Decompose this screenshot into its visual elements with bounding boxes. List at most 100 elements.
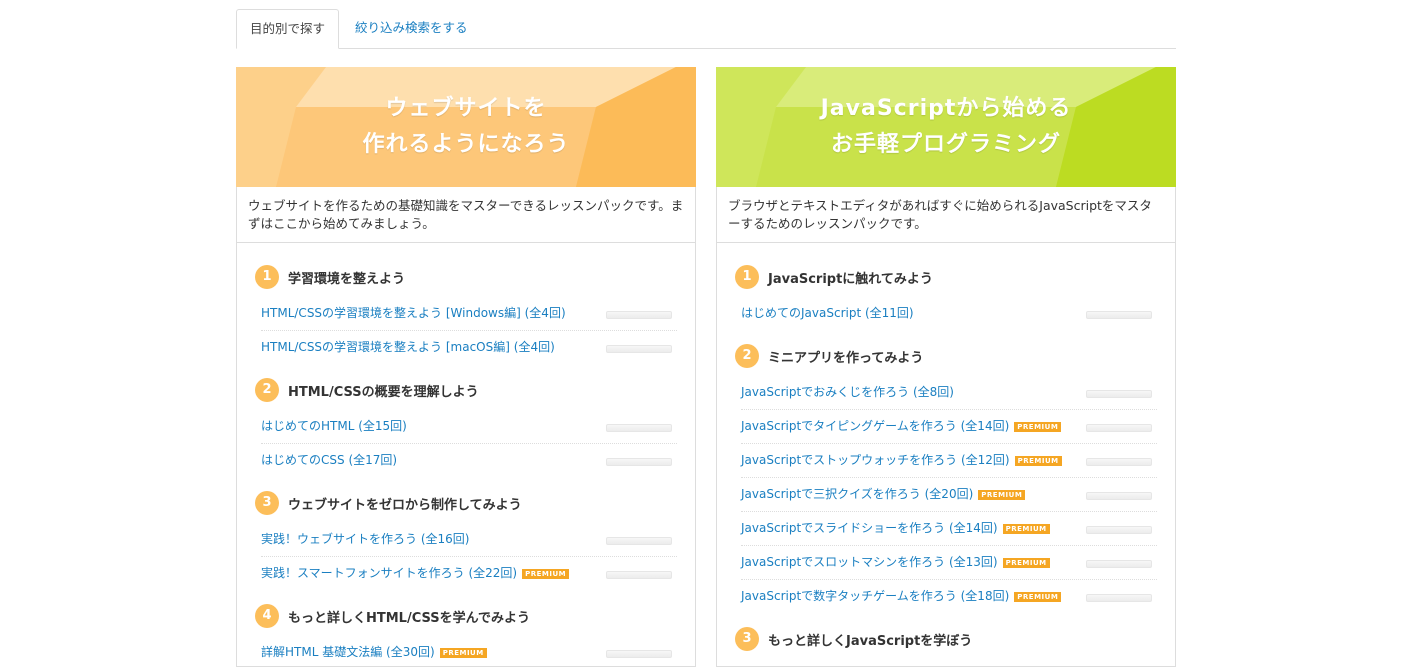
section-header: 2 HTML/CSSの概要を理解しよう [255, 378, 677, 402]
progress-bar [606, 345, 672, 353]
lesson-link[interactable]: JavaScriptでスロットマシンを作ろう [741, 555, 945, 569]
lesson-count: (全17回) [348, 453, 398, 467]
lesson-row[interactable]: JavaScriptでおみくじを作ろう (全8回) [741, 376, 1157, 410]
lesson-count: (全14回) [960, 419, 1010, 433]
section-header: 1 JavaScriptに触れてみよう [735, 265, 1157, 289]
lesson-row[interactable]: HTML/CSSの学習環境を整えよう [macOS編] (全4回) [261, 331, 677, 364]
lesson-row[interactable]: はじめてのJavaScript (全11回) [741, 297, 1157, 330]
progress-bar [1086, 311, 1152, 319]
step-number-badge: 1 [735, 265, 759, 289]
lesson-link[interactable]: はじめてのJavaScript [741, 306, 861, 320]
lesson-count: (全14回) [948, 521, 998, 535]
section-list: 1 学習環境を整えよう HTML/CSSの学習環境を整えよう [Windows編] … [237, 243, 695, 669]
banner-web[interactable]: ウェブサイトを 作れるようになろう [236, 67, 696, 187]
lesson-count: (全4回) [524, 306, 566, 320]
lesson-row[interactable]: はじめてのHTML (全15回) [261, 410, 677, 444]
progress-bar [1086, 492, 1152, 500]
premium-badge: PREMIUM [1014, 422, 1062, 432]
banner-title: JavaScriptから始める お手軽プログラミング [820, 96, 1072, 157]
step-number-badge: 2 [735, 344, 759, 368]
lesson-row[interactable]: JavaScriptでスライドショーを作ろう (全14回) PREMIUM [741, 512, 1157, 546]
lesson-count: (全18回) [960, 589, 1010, 603]
section-header: 4 もっと詳しくHTML/CSSを学んでみよう [255, 604, 677, 628]
section-title: もっと詳しくHTML/CSSを学んでみよう [288, 610, 530, 626]
section-title: 学習環境を整えよう [288, 271, 406, 287]
lesson-row[interactable]: JavaScriptで三択クイズを作ろう (全20回) PREMIUM [741, 478, 1157, 512]
lesson-count: (全20回) [924, 487, 974, 501]
section-title: HTML/CSSの概要を理解しよう [288, 384, 479, 400]
lesson-link[interactable]: HTML/CSSの学習環境を整えよう [macOS編] [261, 340, 510, 354]
premium-badge: PREMIUM [1002, 524, 1050, 534]
lesson-row[interactable]: JavaScriptで数字タッチゲームを作ろう (全18回) PREMIUM [741, 580, 1157, 613]
lesson-link[interactable]: JavaScriptで三択クイズを作ろう [741, 487, 921, 501]
progress-bar [606, 458, 672, 466]
progress-bar [606, 311, 672, 319]
premium-badge: PREMIUM [522, 569, 570, 579]
section-header: 2 ミニアプリを作ってみよう [735, 344, 1157, 368]
lesson-count: (全8回) [912, 385, 954, 399]
lesson-link[interactable]: 実践！スマートフォンサイトを作ろう [261, 566, 465, 580]
progress-bar [1086, 424, 1152, 432]
lesson-pack-card-javascript: JavaScriptから始める お手軽プログラミング ブラウザとテキストエディタ… [716, 67, 1176, 667]
section-header: 3 もっと詳しくJavaScriptを学ぼう [735, 627, 1157, 651]
lesson-count: (全16回) [420, 532, 470, 546]
lesson-row[interactable]: JavaScriptでタイピングゲームを作ろう (全14回) PREMIUM [741, 410, 1157, 444]
progress-bar [606, 537, 672, 545]
lesson-row[interactable]: 詳解HTML 基礎文法編 (全30回) PREMIUM [261, 636, 677, 669]
section-title: ウェブサイトをゼロから制作してみよう [288, 497, 522, 513]
lesson-link[interactable]: 詳解HTML 基礎文法編 [261, 645, 382, 659]
lesson-link[interactable]: JavaScriptでタイピングゲームを作ろう [741, 419, 957, 433]
progress-bar [606, 650, 672, 658]
lesson-count: (全30回) [386, 645, 435, 659]
lesson-row[interactable]: JavaScriptでストップウォッチを作ろう (全12回) PREMIUM [741, 444, 1157, 478]
premium-badge: PREMIUM [1014, 456, 1062, 466]
tab-by-purpose[interactable]: 目的別で探す [236, 9, 340, 49]
section-title: ミニアプリを作ってみよう [768, 350, 924, 366]
lesson-link[interactable]: HTML/CSSの学習環境を整えよう [Windows編] [261, 306, 521, 320]
lesson-link[interactable]: 実践！ウェブサイトを作ろう [261, 532, 417, 546]
lesson-row[interactable]: はじめてのCSS (全17回) [261, 444, 677, 477]
premium-badge: PREMIUM [978, 490, 1026, 500]
tab-filter-search[interactable]: 絞り込み検索をする [342, 9, 481, 49]
lesson-row[interactable]: 実践！ウェブサイトを作ろう (全16回) [261, 523, 677, 557]
lesson-link[interactable]: はじめてのCSS [261, 453, 345, 467]
lesson-link[interactable]: JavaScriptでおみくじを作ろう [741, 385, 909, 399]
lesson-row[interactable]: 実践！スマートフォンサイトを作ろう (全22回) PREMIUM [261, 557, 677, 590]
section-list: 1 JavaScriptに触れてみようはじめてのJavaScript (全11回)… [717, 243, 1175, 651]
progress-bar [606, 424, 672, 432]
lesson-count: (全11回) [864, 306, 914, 320]
lesson-link[interactable]: はじめてのHTML [261, 419, 354, 433]
lesson-link[interactable]: JavaScriptでストップウォッチを作ろう [741, 453, 957, 467]
lesson-link[interactable]: JavaScriptでスライドショーを作ろう [741, 521, 945, 535]
premium-badge: PREMIUM [1014, 592, 1062, 602]
lesson-count: (全12回) [960, 453, 1010, 467]
step-number-badge: 3 [255, 491, 279, 515]
section-title: もっと詳しくJavaScriptを学ぼう [768, 633, 973, 649]
step-number-badge: 3 [735, 627, 759, 651]
lesson-pack-card-web: ウェブサイトを 作れるようになろう ウェブサイトを作るための基礎知識をマスターで… [236, 67, 696, 667]
lesson-link[interactable]: JavaScriptで数字タッチゲームを作ろう [741, 589, 957, 603]
progress-bar [1086, 526, 1152, 534]
lesson-row[interactable]: HTML/CSSの学習環境を整えよう [Windows編] (全4回) [261, 297, 677, 331]
section-header: 1 学習環境を整えよう [255, 265, 677, 289]
progress-bar [1086, 560, 1152, 568]
lesson-row[interactable]: JavaScriptでスロットマシンを作ろう (全13回) PREMIUM [741, 546, 1157, 580]
banner-javascript[interactable]: JavaScriptから始める お手軽プログラミング [716, 67, 1176, 187]
pack-description: ウェブサイトを作るための基礎知識をマスターできるレッスンパックです。まずはここか… [237, 187, 695, 243]
section-header: 3 ウェブサイトをゼロから制作してみよう [255, 491, 677, 515]
lesson-count: (全13回) [948, 555, 998, 569]
step-number-badge: 1 [255, 265, 279, 289]
tab-bar: 目的別で探す 絞り込み検索をする [236, 9, 1176, 49]
progress-bar [1086, 594, 1152, 602]
section-title: JavaScriptに触れてみよう [768, 271, 933, 287]
progress-bar [1086, 390, 1152, 398]
pack-description: ブラウザとテキストエディタがあればすぐに始められるJavaScriptをマスター… [717, 187, 1175, 243]
premium-badge: PREMIUM [439, 648, 487, 658]
lesson-count: (全15回) [358, 419, 407, 433]
banner-title: ウェブサイトを 作れるようになろう [362, 96, 570, 157]
